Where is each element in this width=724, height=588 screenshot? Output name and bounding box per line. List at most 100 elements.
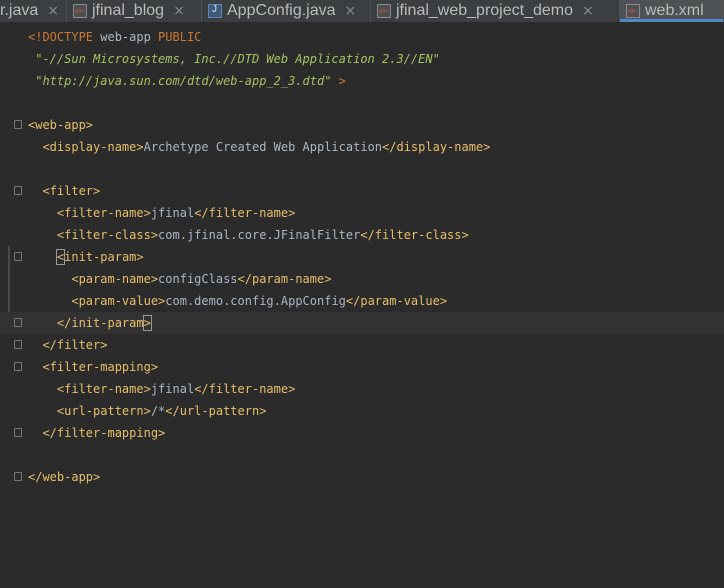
code-token: <display-name> [28,140,144,154]
code-token: </filter-class> [360,228,469,242]
code-text: <filter> [28,180,100,202]
code-token: <filter> [28,184,101,198]
code-text: "-//Sun Microsystems, Inc.//DTD Web Appl… [28,48,440,70]
code-text: </web-app> [28,466,100,488]
code-line[interactable] [0,158,724,180]
code-token: "-//Sun Microsystems, Inc.//DTD Web Appl… [28,52,440,66]
tab-label: jfinal_web_project_demo [396,2,573,19]
code-token: > [142,315,152,331]
code-line[interactable]: </filter> [0,334,724,356]
code-line[interactable]: <init-param> [0,246,724,268]
code-text: <param-name>configClass</param-name> [28,268,331,290]
gutter [0,48,24,70]
code-text: </filter> [28,334,107,356]
code-line[interactable]: <filter-class>com.jfinal.core.JFinalFilt… [0,224,724,246]
fold-marker-icon[interactable] [14,362,22,371]
code-token: </url-pattern> [165,404,267,418]
code-line[interactable] [0,444,724,466]
code-token: init-param> [64,250,144,264]
gutter [0,136,24,158]
code-token: > [331,74,346,88]
code-line[interactable]: <filter> [0,180,724,202]
tab-web-xml[interactable]: web.xml [620,0,724,22]
gutter [0,202,24,224]
close-icon[interactable]: × [345,3,357,19]
code-line[interactable]: "-//Sun Microsystems, Inc.//DTD Web Appl… [0,48,724,70]
tab-label: r.java [0,2,39,19]
code-token: <url-pattern> [28,404,151,418]
code-token: <filter-mapping> [28,360,159,374]
code-line[interactable]: </web-app> [0,466,724,488]
gutter [0,224,24,246]
code-line[interactable]: <filter-name>jfinal</filter-name> [0,378,724,400]
editor-tab-bar: r.java×jfinal_blog×AppConfig.java×jfinal… [0,0,724,23]
code-line[interactable]: "http://java.sun.com/dtd/web-app_2_3.dtd… [0,70,724,92]
code-token: </web-app> [28,470,101,484]
gutter [0,268,24,290]
gutter [0,180,24,202]
code-line[interactable] [0,92,724,114]
fold-marker-icon[interactable] [14,252,22,261]
code-token: <web-app> [28,118,94,132]
text-caret [150,315,152,330]
gutter [0,114,24,136]
tab-label: web.xml [645,2,704,19]
code-token: </filter-name> [194,206,296,220]
gutter [0,422,24,444]
code-line[interactable]: <url-pattern>/*</url-pattern> [0,400,724,422]
code-token: </filter-mapping> [28,426,166,440]
gutter [0,334,24,356]
code-editor[interactable]: <!DOCTYPE web-app PUBLIC "-//Sun Microsy… [0,23,724,588]
code-token: <param-name> [28,272,159,286]
code-line[interactable]: <!DOCTYPE web-app PUBLIC [0,26,724,48]
code-token: <filter-name> [28,382,151,396]
tab-jfinal-web-project-demo[interactable]: jfinal_web_project_demo × [371,0,620,22]
tab-label: jfinal_blog [92,2,165,19]
fold-marker-icon[interactable] [14,428,22,437]
gutter [0,400,24,422]
fold-marker-icon[interactable] [14,186,22,195]
tab-jfinal-blog[interactable]: jfinal_blog × [67,0,202,22]
gutter [0,466,24,488]
code-line[interactable]: </init-param> [0,312,724,334]
gutter [0,312,24,334]
code-line[interactable]: <filter-name>jfinal</filter-name> [0,202,724,224]
code-token: "http://java.sun.com/dtd/web-app_2_3.dtd… [28,74,332,88]
xml-file-icon [626,4,640,18]
gutter [0,158,24,180]
code-text: <web-app> [28,114,93,136]
fold-marker-icon[interactable] [14,472,22,481]
gutter [0,444,24,466]
code-token: <filter-class> [28,228,159,242]
tab-appconfig-java[interactable]: AppConfig.java × [202,0,371,22]
code-text: </filter-mapping> [28,422,165,444]
java-file-icon [208,4,222,18]
gutter [0,26,24,48]
code-line[interactable]: <display-name>Archetype Created Web Appl… [0,136,724,158]
code-token: <filter-name> [28,206,151,220]
code-token: </param-name> [237,272,332,286]
code-text: <init-param> [28,246,144,268]
fold-marker-icon[interactable] [14,340,22,349]
close-icon[interactable]: × [582,3,594,19]
code-line[interactable]: <param-value>com.demo.config.AppConfig</… [0,290,724,312]
code-line[interactable]: <web-app> [0,114,724,136]
close-icon[interactable]: × [47,3,59,19]
code-line[interactable]: <param-name>configClass</param-name> [0,268,724,290]
close-icon[interactable]: × [173,3,185,19]
code-token: configClass [158,272,238,286]
code-line[interactable]: </filter-mapping> [0,422,724,444]
code-line[interactable]: <filter-mapping> [0,356,724,378]
code-text: <!DOCTYPE web-app PUBLIC [28,26,201,48]
code-token: </init-param [28,316,144,330]
gutter [0,290,24,312]
fold-marker-icon[interactable] [14,318,22,327]
code-token: PUBLIC [158,30,202,44]
xml-file-icon [377,4,391,18]
fold-marker-icon[interactable] [14,120,22,129]
tab-r-java[interactable]: r.java × [0,0,67,22]
gutter [0,356,24,378]
code-token: jfinal [150,382,195,396]
xml-file-icon [73,4,87,18]
